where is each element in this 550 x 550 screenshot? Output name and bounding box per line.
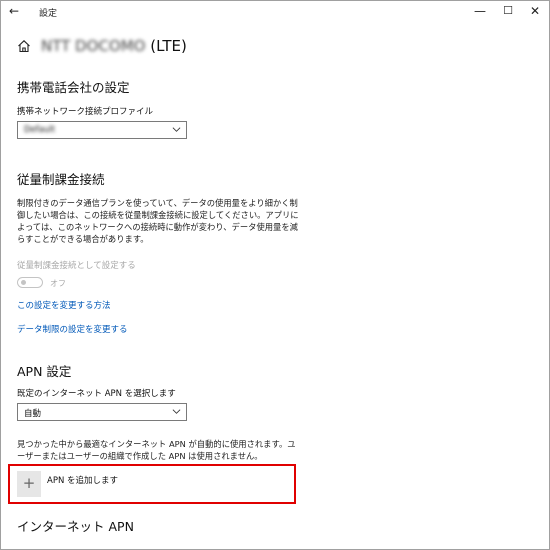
metered-toggle[interactable] xyxy=(17,277,43,288)
profile-value: Default xyxy=(24,125,56,135)
title-bar: ← 設定 — ☐ ✕ xyxy=(1,1,549,23)
toggle-knob xyxy=(21,280,26,285)
apn-default-value: 自動 xyxy=(24,409,42,419)
carrier-name: NTT DOCOMO xyxy=(41,37,146,55)
minimize-button[interactable]: — xyxy=(469,4,491,18)
carrier-suffix: (LTE) xyxy=(150,37,187,55)
change-setting-link[interactable]: この設定を変更する方法 xyxy=(17,299,111,311)
chevron-down-icon xyxy=(172,409,181,414)
profile-label: 携帯ネットワーク接続プロファイル xyxy=(17,107,154,117)
maximize-button[interactable]: ☐ xyxy=(497,4,519,17)
metered-description: 制限付きのデータ通信プランを使っていて、データの使用量をより細かく制御したい場合… xyxy=(17,198,299,244)
apn-default-label: 既定のインターネット APN を選択します xyxy=(17,389,176,399)
metered-heading: 従量制課金接続 xyxy=(17,172,105,187)
internet-apn-heading: インターネット APN xyxy=(17,519,134,534)
close-button[interactable]: ✕ xyxy=(524,4,546,18)
highlight-box xyxy=(8,464,296,504)
home-icon[interactable] xyxy=(17,39,31,53)
page-title: NTT DOCOMO (LTE) xyxy=(41,37,187,55)
metered-toggle-state: オフ xyxy=(50,279,66,288)
app-title: 設定 xyxy=(39,9,58,19)
apn-heading: APN 設定 xyxy=(17,364,72,379)
apn-description: 見つかった中から最適なインターネット APN が自動的に使用されます。ユーザーま… xyxy=(17,439,296,461)
profile-dropdown[interactable]: Default xyxy=(17,121,187,139)
apn-default-dropdown[interactable]: 自動 xyxy=(17,403,187,421)
settings-window: ← 設定 — ☐ ✕ NTT DOCOMO (LTE) 携帯電話会社の設定 携帯… xyxy=(0,0,550,550)
carrier-settings-heading: 携帯電話会社の設定 xyxy=(17,80,130,95)
data-limit-link[interactable]: データ制限の設定を変更する xyxy=(17,323,128,335)
metered-toggle-label: 従量制課金接続として設定する xyxy=(17,261,136,271)
chevron-down-icon xyxy=(172,127,181,132)
back-arrow-icon[interactable]: ← xyxy=(9,4,19,18)
